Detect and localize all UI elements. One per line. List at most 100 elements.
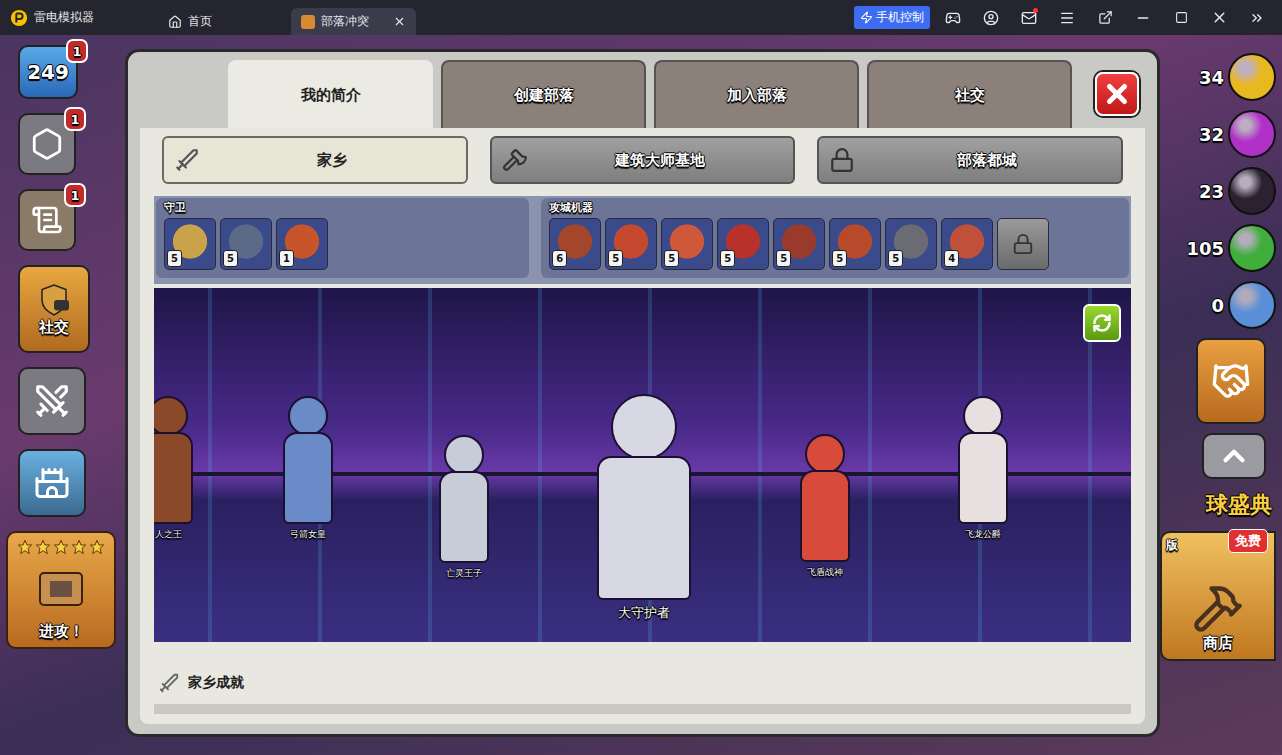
unit-icon[interactable]: 5 [829, 218, 881, 270]
resource-icon [1228, 167, 1276, 215]
castle-icon [34, 465, 70, 501]
unit-icon[interactable]: 5 [885, 218, 937, 270]
handshake-icon [1211, 361, 1251, 401]
game-area: 249111社交进攻！我的简介创建部落加入部落社交家乡建筑大师基地部落都城守卫5… [0, 35, 1282, 755]
game-icon [301, 15, 315, 29]
unit-icon[interactable]: 5 [605, 218, 657, 270]
dialog-tab[interactable]: 加入部落 [654, 60, 859, 128]
sword-icon [174, 147, 200, 173]
unread-dot [1033, 8, 1038, 13]
unit-icon[interactable]: 5 [717, 218, 769, 270]
sword-icon [158, 672, 180, 694]
unit-icon[interactable]: 5 [220, 218, 272, 270]
lightning-icon [860, 11, 873, 24]
shop-button[interactable]: 版免费商店 [1160, 531, 1276, 661]
hero-body [283, 432, 333, 524]
level-badge: 5 [888, 250, 903, 267]
clan-button[interactable] [1196, 338, 1266, 424]
dialog-tab[interactable]: 创建部落 [441, 60, 646, 128]
profile-content: 家乡建筑大师基地部落都城守卫551攻城机器65555554人之王弓箭女皇亡灵王子… [140, 128, 1145, 724]
resource: 34 [1199, 53, 1276, 101]
unit-icon[interactable] [997, 218, 1049, 270]
expand-button[interactable] [1202, 433, 1266, 479]
unit-icon[interactable]: 6 [549, 218, 601, 270]
star-icon [35, 539, 51, 555]
hero-head [963, 396, 1003, 436]
popout-icon[interactable] [1098, 10, 1113, 25]
profile-scroll[interactable]: 守卫551攻城机器65555554人之王弓箭女皇亡灵王子大守护者飞盾战神飞龙公爵… [154, 196, 1131, 724]
title-bar: 雷电模拟器首页部落冲突手机控制 [0, 0, 1282, 35]
level-badge: 5 [832, 250, 847, 267]
resource: 32 [1199, 110, 1276, 158]
unit-icon[interactable]: 5 [661, 218, 713, 270]
village-tab[interactable]: 建筑大师基地 [490, 136, 796, 184]
hero-body [800, 470, 850, 562]
swords-icon [33, 382, 71, 420]
right-hud: 3432231050球盛典版免费商店 [1160, 35, 1282, 755]
gamepad-icon[interactable] [945, 10, 961, 26]
dialog-tab[interactable]: 社交 [867, 60, 1072, 128]
village-tab[interactable]: 部落都城 [817, 136, 1123, 184]
close-icon [1102, 79, 1132, 109]
minimize-icon[interactable] [1135, 10, 1151, 26]
close-icon[interactable] [1211, 9, 1228, 26]
resource-icon [1228, 53, 1276, 101]
dialog-tab[interactable]: 我的简介 [228, 60, 433, 128]
shield-chat-icon [36, 282, 72, 318]
user-icon[interactable] [983, 10, 999, 26]
resource-icon [1228, 224, 1276, 272]
hero[interactable]: 飞龙公爵 [958, 396, 1008, 541]
unit-icon[interactable]: 4 [941, 218, 993, 270]
notice-badge: 1 [64, 107, 86, 131]
attack-button[interactable]: 进攻！ [6, 531, 116, 649]
hero-body [958, 432, 1008, 524]
emulator-tab[interactable]: 首页 [158, 8, 283, 35]
hammer-icon [1192, 582, 1244, 634]
sidebar-icon[interactable] [1249, 10, 1265, 26]
notice-badge: 1 [66, 39, 88, 63]
emulator-tab[interactable]: 部落冲突 [291, 8, 416, 35]
maximize-icon[interactable] [1175, 11, 1188, 24]
news-button[interactable]: 1 [18, 189, 76, 251]
level-badge: 1 [279, 250, 294, 267]
unit-icon[interactable]: 5 [773, 218, 825, 270]
builder-button[interactable]: 1 [18, 113, 76, 175]
hero-head [805, 434, 845, 474]
clan-castle-button[interactable] [18, 449, 86, 517]
menu-icon[interactable] [1059, 10, 1075, 26]
hero[interactable]: 人之王 [154, 396, 193, 541]
dialog-tabs: 我的简介创建部落加入部落社交 [128, 52, 1157, 128]
resource-icon [1228, 110, 1276, 158]
phone-control-button[interactable]: 手机控制 [854, 6, 930, 29]
event-banner[interactable]: 球盛典 [1202, 488, 1276, 522]
battle-button[interactable] [18, 367, 86, 435]
left-hud: 249111社交进攻！ [0, 35, 125, 755]
hero-scene: 人之王 弓箭女皇 亡灵王子 大守护者 飞盾战神 飞龙公爵 [154, 288, 1131, 642]
guards-card: 守卫551 [156, 198, 529, 278]
level-badge: 5 [720, 250, 735, 267]
hero[interactable]: 大守护者 [597, 394, 691, 622]
level-badge: 5 [664, 250, 679, 267]
siege-card: 攻城机器65555554 [541, 198, 1129, 278]
unit-icon[interactable]: 1 [276, 218, 328, 270]
level-badge: 6 [552, 250, 567, 267]
hero[interactable]: 弓箭女皇 [283, 396, 333, 541]
resource-icon [1228, 281, 1276, 329]
free-tag: 免费 [1228, 529, 1268, 553]
resource: 0 [1211, 281, 1276, 329]
unit-icon[interactable]: 5 [164, 218, 216, 270]
star-icon [53, 539, 69, 555]
close-button[interactable] [1095, 72, 1139, 116]
hero[interactable]: 飞盾战神 [800, 434, 850, 579]
social-button[interactable]: 社交 [18, 265, 90, 353]
refresh-button[interactable] [1083, 304, 1121, 342]
close-tab-icon[interactable] [393, 15, 406, 28]
village-tab[interactable]: 家乡 [162, 136, 468, 184]
refresh-icon [1092, 313, 1112, 333]
level-badge[interactable]: 2491 [18, 45, 78, 99]
hero-body [439, 471, 489, 563]
hero-head [154, 396, 188, 436]
attack-stars [17, 539, 105, 555]
profile-dialog: 我的简介创建部落加入部落社交家乡建筑大师基地部落都城守卫551攻城机器65555… [125, 49, 1160, 737]
hero[interactable]: 亡灵王子 [439, 435, 489, 580]
